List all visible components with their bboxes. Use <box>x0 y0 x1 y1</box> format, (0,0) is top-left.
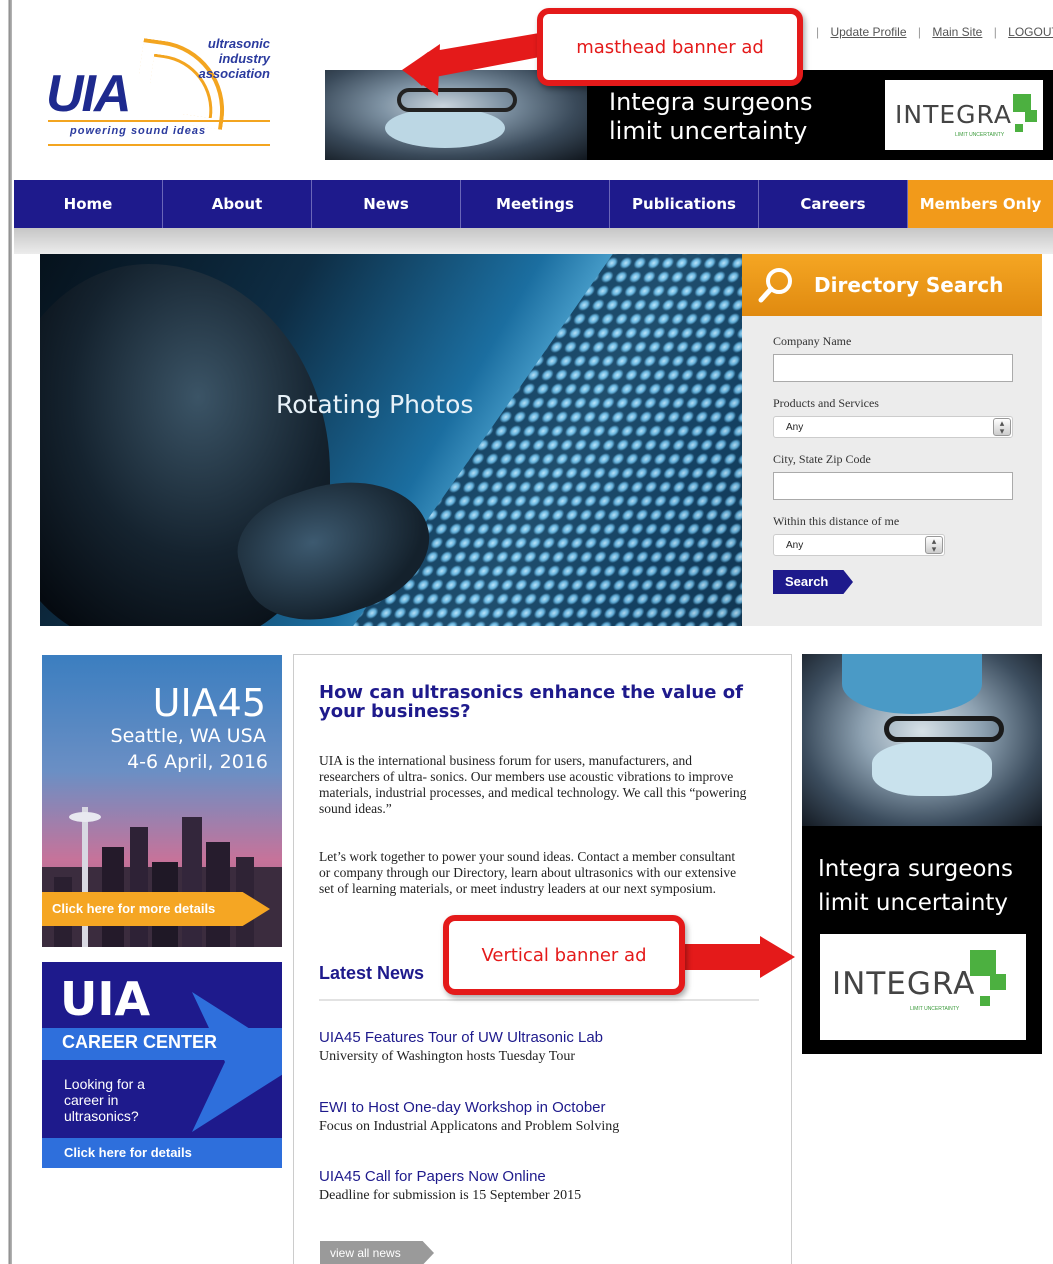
vertical-ad-callout: Vertical banner ad <box>443 915 685 995</box>
masthead-ad-callout: masthead banner ad <box>537 8 803 86</box>
annotation-arrows <box>402 32 795 978</box>
